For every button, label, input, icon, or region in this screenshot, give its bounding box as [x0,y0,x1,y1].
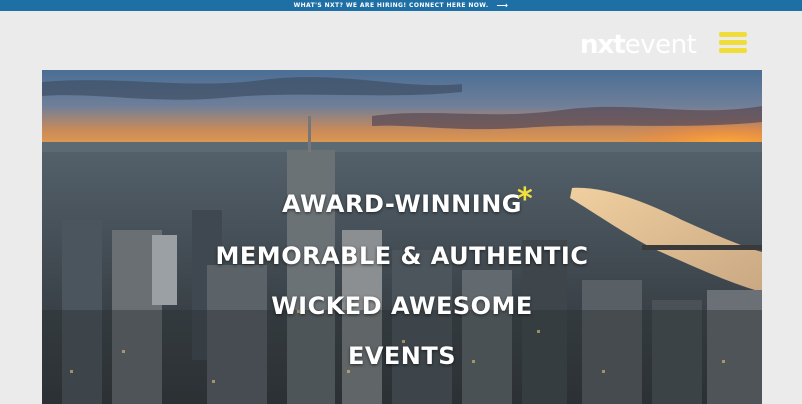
site-logo[interactable]: nxt event [580,30,697,60]
menu-bar [719,32,747,37]
arrow-right-icon[interactable]: ⟶ [497,1,509,10]
menu-bar [719,48,747,53]
logo-nxt: nxt [580,30,626,60]
headline-wicked-awesome: WICKED AWESOME [271,292,533,320]
headline-award-winning: AWARD-WINNING [282,190,522,218]
menu-bar [719,40,747,45]
headline-memorable-authentic: MEMORABLE & AUTHENTIC [215,242,589,270]
announcement-bar[interactable]: WHAT'S NXT? WE ARE HIRING! CONNECT HERE … [0,0,802,11]
headline-events: EVENTS [347,342,457,370]
hamburger-menu-icon[interactable] [719,32,747,54]
accent-star: * [517,182,533,217]
logo-event: event [624,30,697,60]
hero-image: AWARD-WINNING * MEMORABLE & AUTHENTIC WI… [42,70,762,404]
announcement-text[interactable]: WHAT'S NXT? WE ARE HIRING! CONNECT HERE … [294,2,489,9]
